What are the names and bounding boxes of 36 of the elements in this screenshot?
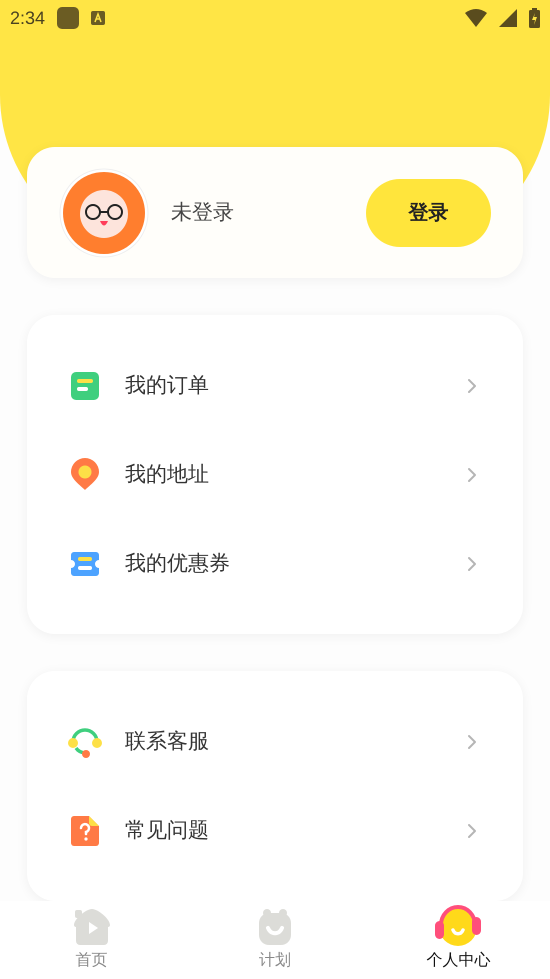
menu-label: 常见问题 [125, 818, 210, 844]
tab-label: 个人中心 [426, 950, 490, 971]
login-button[interactable]: 登录 [366, 178, 491, 246]
chevron-right-icon [467, 734, 477, 750]
tab[interactable]: 首页 [0, 901, 184, 979]
menu-label: 联系客服 [125, 728, 210, 755]
menu-item[interactable]: 常见问题 [27, 786, 523, 875]
wifi-icon [465, 9, 487, 27]
chevron-right-icon [467, 822, 477, 838]
menu-item[interactable]: 我的地址 [27, 430, 523, 519]
menu-label: 我的订单 [125, 372, 210, 399]
chevron-right-icon [467, 466, 477, 482]
login-status: 未登录 [171, 200, 234, 226]
status-time: 2:34 [10, 6, 46, 30]
app-square-icon [57, 7, 80, 29]
home-play-icon [72, 907, 112, 947]
battery-icon [529, 8, 540, 28]
avatar[interactable] [59, 168, 149, 258]
menu-item[interactable]: 联系客服 [27, 697, 523, 786]
tab-label: 计划 [258, 950, 291, 971]
menu-label: 我的地址 [125, 462, 210, 488]
chevron-right-icon [467, 556, 477, 572]
smiling-bag-icon [256, 907, 293, 947]
tab[interactable]: 计划 [183, 901, 367, 979]
menu-label: 我的优惠券 [125, 550, 231, 577]
chevron-right-icon [467, 378, 477, 394]
menu-item[interactable]: 我的优惠券 [27, 519, 523, 608]
signal-icon [499, 9, 517, 27]
tab-label: 首页 [76, 951, 108, 971]
notepad-icon [70, 370, 100, 400]
location-pin-icon [70, 458, 100, 491]
question-document-icon [70, 814, 100, 846]
ticket-icon [70, 550, 100, 576]
tab[interactable]: 个人中心 [366, 901, 550, 979]
keyboard-icon [91, 11, 106, 25]
menu-item[interactable]: 我的订单 [27, 341, 523, 430]
